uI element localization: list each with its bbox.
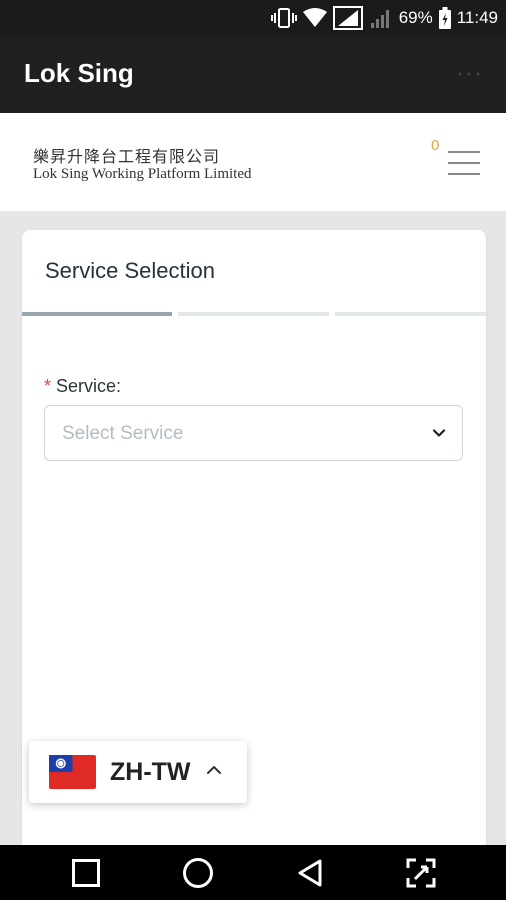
site-header: 樂昇升降台工程有限公司 Lok Sing Working Platform Li… <box>0 113 506 211</box>
company-logo-english[interactable]: Lok Sing Working Platform Limited <box>33 166 252 183</box>
back-icon <box>298 859 322 886</box>
signal-icon <box>332 6 363 30</box>
step-1-indicator <box>22 312 172 316</box>
recent-apps-button[interactable] <box>56 845 116 900</box>
app-bar: Lok Sing <box>0 36 506 113</box>
service-select[interactable]: Select Service <box>44 405 463 461</box>
wifi-icon <box>302 8 327 27</box>
service-select-placeholder: Select Service <box>62 423 184 444</box>
signal-icon <box>370 10 389 28</box>
recent-apps-icon <box>72 858 100 887</box>
step-3-indicator <box>335 312 486 316</box>
chevron-down-icon <box>432 429 446 437</box>
expand-button[interactable] <box>391 845 451 900</box>
required-mark: * <box>44 376 52 396</box>
system-navigation-bar <box>0 845 506 900</box>
back-button[interactable] <box>280 845 340 900</box>
battery-icon <box>438 7 451 29</box>
home-icon <box>183 857 213 888</box>
step-progress <box>22 312 486 316</box>
battery-percent: 69% <box>398 8 433 27</box>
step-2-indicator <box>178 312 329 316</box>
clock: 11:49 <box>456 8 498 27</box>
vibrate-icon <box>270 8 297 28</box>
language-switcher[interactable]: ZH-TW <box>29 741 247 803</box>
cart-count-badge: 0 <box>431 137 440 154</box>
status-bar: 69% 11:49 <box>0 0 506 36</box>
service-label-text: Service: <box>56 376 122 396</box>
more-icon[interactable] <box>456 64 482 84</box>
card-title: Service Selection <box>45 258 215 283</box>
home-button[interactable] <box>168 845 228 900</box>
taiwan-flag-icon <box>49 755 96 789</box>
hamburger-menu-icon[interactable] <box>448 151 482 177</box>
language-code: ZH-TW <box>110 758 191 786</box>
app-title: Lok Sing <box>24 58 134 88</box>
company-logo-chinese[interactable]: 樂昇升降台工程有限公司 <box>33 143 220 167</box>
chevron-up-icon <box>207 766 221 774</box>
service-label: * Service: <box>44 376 121 397</box>
expand-icon <box>406 858 436 887</box>
status-icons: 69% 11:49 <box>270 0 498 36</box>
